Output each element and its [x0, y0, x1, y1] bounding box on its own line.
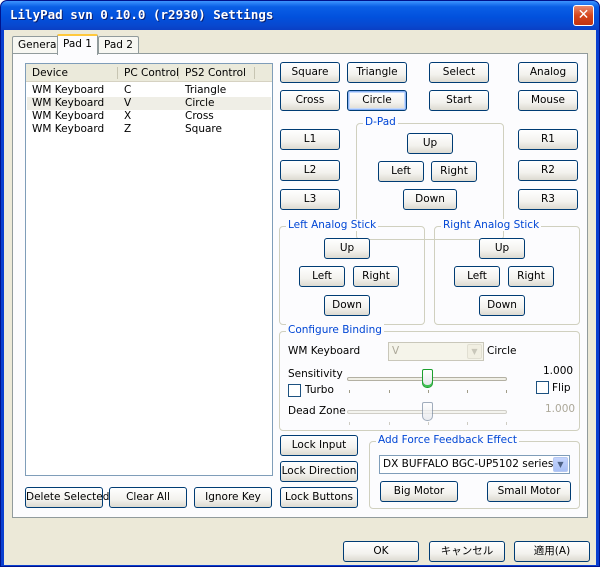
dpad-left-button[interactable]: Left — [378, 161, 424, 182]
row-device: WM Keyboard — [32, 110, 105, 122]
list-row[interactable]: WM Keyboard C Triangle — [27, 84, 271, 97]
ignore-key-button[interactable]: Ignore Key — [194, 487, 272, 508]
r2-button[interactable]: R2 — [518, 160, 578, 181]
pad-1-panel: Device PC Control PS2 Control WM Keyboar… — [12, 53, 588, 518]
right-stick-left-button[interactable]: Left — [454, 266, 500, 287]
list-row[interactable]: WM Keyboard Z Square — [27, 123, 271, 136]
title-bar[interactable]: LilyPad svn 0.10.0 (r2930) Settings ✕ — [1, 1, 599, 30]
row-ps2-control: Square — [185, 123, 222, 135]
left-stick-down-button[interactable]: Down — [324, 295, 370, 316]
l2-button[interactable]: L2 — [280, 160, 340, 181]
bindings-list[interactable]: Device PC Control PS2 Control WM Keyboar… — [25, 63, 273, 476]
chevron-down-icon: ▼ — [467, 344, 482, 359]
list-row-selected[interactable]: WM Keyboard V Circle — [27, 97, 271, 110]
row-pc-control: X — [124, 110, 132, 122]
dpad-up-button[interactable]: Up — [407, 133, 453, 154]
row-device: WM Keyboard — [32, 97, 105, 109]
r1-button[interactable]: R1 — [518, 129, 578, 150]
dialog-client: General Pad 1 Pad 2 Device PC Control PS… — [4, 30, 596, 565]
lock-direction-button[interactable]: Lock Direction — [280, 461, 358, 482]
right-stick-up-button[interactable]: Up — [479, 238, 525, 259]
force-feedback-device-select[interactable]: DX BUFFALO BGC-UP5102 series ▼ — [379, 455, 570, 474]
column-device[interactable]: Device — [32, 67, 68, 79]
dpad-right-button[interactable]: Right — [431, 161, 477, 182]
dpad-down-button[interactable]: Down — [403, 189, 457, 210]
right-stick-down-button[interactable]: Down — [479, 295, 525, 316]
square-button[interactable]: Square — [280, 62, 340, 83]
turbo-label: Turbo — [305, 384, 334, 396]
row-device: WM Keyboard — [32, 84, 105, 96]
row-device: WM Keyboard — [32, 123, 105, 135]
lock-buttons-button[interactable]: Lock Buttons — [280, 487, 358, 508]
tab-pad-2[interactable]: Pad 2 — [98, 36, 139, 54]
select-button[interactable]: Select — [429, 62, 489, 83]
row-ps2-control: Cross — [185, 110, 214, 122]
force-feedback-label: Add Force Feedback Effect — [376, 434, 519, 446]
tab-pad-1[interactable]: Pad 1 — [57, 34, 98, 55]
sensitivity-label: Sensitivity — [288, 368, 343, 380]
settings-window: LilyPad svn 0.10.0 (r2930) Settings ✕ Ge… — [0, 0, 600, 567]
flip-checkbox[interactable] — [536, 381, 549, 394]
circle-button[interactable]: Circle — [347, 90, 407, 111]
binding-key-value: V — [392, 345, 400, 357]
turbo-checkbox[interactable] — [288, 384, 301, 397]
apply-button[interactable]: 適用(A) — [514, 541, 590, 562]
force-feedback-device-value: DX BUFFALO BGC-UP5102 series — [383, 458, 554, 470]
flip-label: Flip — [552, 382, 571, 394]
small-motor-button[interactable]: Small Motor — [487, 481, 571, 502]
binding-device-label: WM Keyboard — [288, 345, 361, 357]
row-ps2-control: Circle — [185, 97, 215, 109]
column-ps2-control[interactable]: PS2 Control — [185, 67, 246, 79]
l1-button[interactable]: L1 — [280, 129, 340, 150]
configure-binding-label: Configure Binding — [286, 324, 384, 336]
list-header: Device PC Control PS2 Control — [26, 64, 272, 82]
close-button[interactable]: ✕ — [573, 5, 594, 26]
l3-button[interactable]: L3 — [280, 189, 340, 210]
dpad-label: D-Pad — [363, 116, 398, 128]
lock-input-button[interactable]: Lock Input — [280, 435, 358, 456]
column-pc-control[interactable]: PC Control — [124, 67, 179, 79]
big-motor-button[interactable]: Big Motor — [380, 481, 458, 502]
mouse-button[interactable]: Mouse — [518, 90, 578, 111]
row-pc-control: V — [124, 97, 132, 109]
binding-key-combo: V ▼ — [388, 342, 484, 361]
right-stick-label: Right Analog Stick — [441, 219, 542, 231]
sensitivity-slider-thumb[interactable] — [421, 369, 433, 388]
sensitivity-value: 1.000 — [543, 365, 574, 377]
list-row[interactable]: WM Keyboard X Cross — [27, 110, 271, 123]
r3-button[interactable]: R3 — [518, 189, 578, 210]
left-stick-label: Left Analog Stick — [286, 219, 379, 231]
cancel-button[interactable]: キャンセル — [429, 541, 505, 562]
clear-all-button[interactable]: Clear All — [109, 487, 187, 508]
left-stick-right-button[interactable]: Right — [353, 266, 399, 287]
dead-zone-value: 1.000 — [545, 403, 576, 415]
dead-zone-slider-thumb[interactable] — [421, 402, 433, 421]
row-pc-control: Z — [124, 123, 132, 135]
binding-control-label: Circle — [487, 345, 517, 357]
ok-button[interactable]: OK — [343, 541, 419, 562]
delete-selected-button[interactable]: Delete Selected — [25, 487, 109, 508]
left-stick-up-button[interactable]: Up — [324, 238, 370, 259]
window-title: LilyPad svn 0.10.0 (r2930) Settings — [10, 7, 274, 22]
triangle-button[interactable]: Triangle — [347, 62, 407, 83]
right-stick-right-button[interactable]: Right — [508, 266, 554, 287]
chevron-down-icon[interactable]: ▼ — [553, 457, 568, 472]
row-pc-control: C — [124, 84, 132, 96]
row-ps2-control: Triangle — [185, 84, 227, 96]
start-button[interactable]: Start — [429, 90, 489, 111]
left-stick-left-button[interactable]: Left — [299, 266, 345, 287]
dead-zone-label: Dead Zone — [288, 405, 346, 417]
analog-button[interactable]: Analog — [518, 62, 578, 83]
cross-button[interactable]: Cross — [280, 90, 340, 111]
